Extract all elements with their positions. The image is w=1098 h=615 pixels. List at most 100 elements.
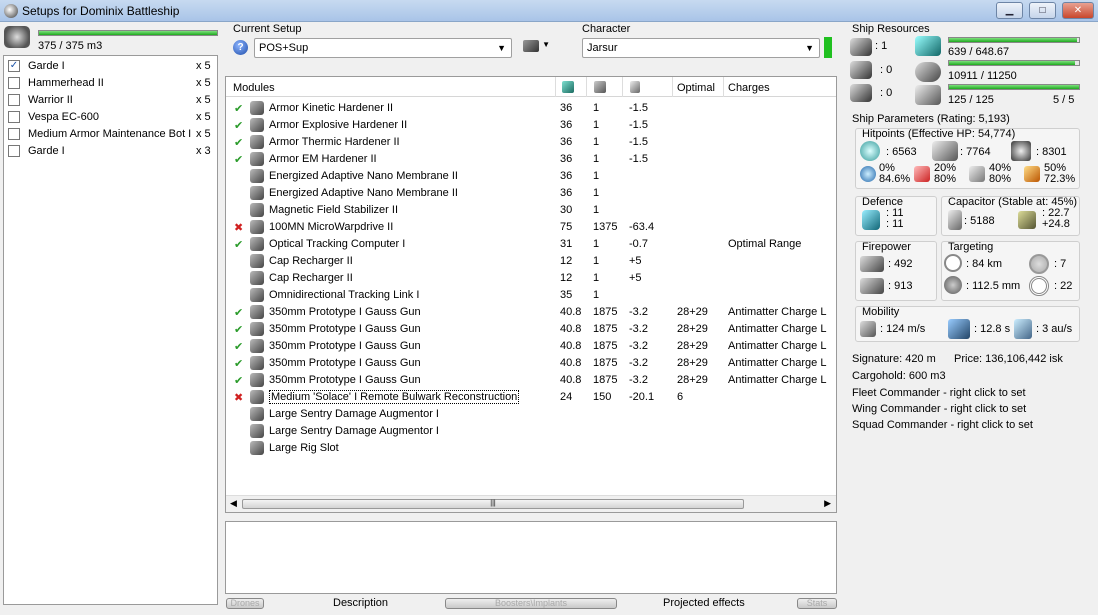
cpu-value: 639 / 648.67: [948, 46, 1010, 58]
module-row[interactable]: ✖ 100MN MicroWarpdrive II 75 1375 -63.4: [226, 219, 836, 236]
module-row[interactable]: Energized Adaptive Nano Membrane II 36 1: [226, 168, 836, 185]
module-capacitor: -3.2: [629, 374, 648, 386]
close-button[interactable]: ✕: [1062, 2, 1094, 19]
drone-item[interactable]: ✓ Garde I x 5: [8, 58, 213, 75]
module-status-icon: ✔: [234, 154, 244, 166]
drone-checkbox[interactable]: [8, 128, 20, 140]
module-row[interactable]: ✔ Armor Thermic Hardener II 36 1 -1.5: [226, 134, 836, 151]
targeting-label: Targeting: [948, 241, 994, 253]
module-charges: Antimatter Charge L: [728, 340, 827, 352]
tab-description[interactable]: Description: [333, 597, 388, 609]
module-capacitor: -1.5: [629, 102, 648, 114]
module-name: 350mm Prototype I Gauss Gun: [269, 306, 421, 318]
module-icon: [250, 220, 264, 234]
module-row[interactable]: Cap Recharger II 12 1 +5: [226, 270, 836, 287]
module-row[interactable]: Large Sentry Damage Augmentor I: [226, 406, 836, 423]
drone-item[interactable]: Vespa EC-600 x 5: [8, 109, 213, 126]
module-row[interactable]: ✔ 350mm Prototype I Gauss Gun 40.8 1875 -3.2…: [226, 355, 836, 372]
launcher-hardpoint-icon: [850, 61, 872, 79]
chevron-down-icon: ▼: [542, 40, 550, 49]
drone-bay-capacity: 375 / 375 m3: [38, 40, 103, 52]
module-status-icon: ✔: [234, 341, 244, 353]
scroll-right-icon[interactable]: ▶: [824, 498, 831, 509]
module-row[interactable]: ✔ Armor Kinetic Hardener II 36 1 -1.5: [226, 100, 836, 117]
module-name: Large Sentry Damage Augmentor I: [269, 408, 439, 420]
module-row[interactable]: Cap Recharger II 12 1 +5: [226, 253, 836, 270]
module-row[interactable]: Large Sentry Damage Augmentor I: [226, 423, 836, 440]
module-name: Medium 'Solace' I Remote Bulwark Reconst…: [269, 390, 520, 404]
module-cpu: 12: [560, 255, 573, 267]
setup-select[interactable]: POS+Sup ▼: [254, 38, 512, 58]
module-icon: [250, 101, 264, 115]
tab-drones[interactable]: Drones: [226, 598, 264, 609]
module-capacitor: -1.5: [629, 119, 648, 131]
powergrid-icon: [915, 62, 941, 82]
module-name: 350mm Prototype I Gauss Gun: [269, 374, 421, 386]
col-charges[interactable]: Charges: [728, 82, 770, 94]
wing-commander[interactable]: Wing Commander - right click to set: [852, 403, 1026, 415]
module-row[interactable]: ✔ 350mm Prototype I Gauss Gun 40.8 1875 -3.2…: [226, 372, 836, 389]
module-powergrid: 1: [593, 204, 600, 216]
explosive-resist-icon: [1024, 166, 1040, 182]
drone-checkbox[interactable]: [8, 94, 20, 106]
setup-menu-button[interactable]: ▼: [523, 40, 557, 56]
module-cpu: 24: [560, 391, 573, 403]
module-row[interactable]: ✖ Medium 'Solace' I Remote Bulwark Recons…: [226, 389, 836, 406]
drone-checkbox[interactable]: [8, 111, 20, 123]
col-modules[interactable]: Modules: [233, 82, 275, 94]
module-optimal: 28+29: [677, 357, 708, 369]
col-optimal[interactable]: Optimal: [677, 82, 715, 94]
module-row[interactable]: ✔ 350mm Prototype I Gauss Gun 40.8 1875 -3.2…: [226, 338, 836, 355]
module-row[interactable]: Energized Adaptive Nano Membrane II 36 1: [226, 185, 836, 202]
character-select[interactable]: Jarsur ▼: [582, 38, 820, 58]
drone-item[interactable]: Garde I x 3: [8, 143, 213, 160]
minimize-button[interactable]: ▁: [996, 2, 1023, 19]
module-name: Magnetic Field Stabilizer II: [269, 204, 398, 216]
module-row[interactable]: ✔ Armor EM Hardener II 36 1 -1.5: [226, 151, 836, 168]
maximize-button[interactable]: □: [1029, 2, 1056, 19]
module-status-icon: ✔: [234, 358, 244, 370]
squad-commander[interactable]: Squad Commander - right click to set: [852, 419, 1033, 431]
calibration-icon: [915, 85, 941, 105]
module-cpu: 36: [560, 153, 573, 165]
hitpoints-group: Hitpoints (Effective HP: 54,774) : 6563 …: [855, 128, 1080, 189]
shield-icon: [860, 141, 880, 161]
fleet-commander[interactable]: Fleet Commander - right click to set: [852, 387, 1026, 399]
powergrid-column-icon[interactable]: [594, 81, 606, 93]
align-time: : 12.8 s: [974, 323, 1011, 335]
drone-bay-icon: [4, 26, 34, 52]
drone-name: Vespa EC-600: [28, 111, 99, 123]
module-status-icon: ✔: [234, 239, 244, 251]
module-row[interactable]: ✔ 350mm Prototype I Gauss Gun 40.8 1875 -3.2…: [226, 304, 836, 321]
tab-boosters-implants[interactable]: Boosters\Implants: [445, 598, 617, 609]
scroll-thumb[interactable]: |||: [242, 499, 744, 509]
module-row[interactable]: Magnetic Field Stabilizer II 30 1: [226, 202, 836, 219]
drone-checkbox[interactable]: ✓: [8, 60, 20, 72]
drone-item[interactable]: Medium Armor Maintenance Bot I x 5: [8, 126, 213, 143]
scroll-left-icon[interactable]: ◀: [230, 498, 237, 509]
drone-checkbox[interactable]: [8, 145, 20, 157]
module-powergrid: 150: [593, 391, 612, 403]
horizontal-scrollbar[interactable]: ◀ ||| ▶: [226, 495, 836, 512]
module-charges: Antimatter Charge L: [728, 323, 827, 335]
module-row[interactable]: ✔ 350mm Prototype I Gauss Gun 40.8 1875 -3.2…: [226, 321, 836, 338]
module-icon: [250, 373, 264, 387]
module-icon: [250, 169, 264, 183]
cpu-column-icon[interactable]: [562, 81, 574, 93]
help-icon[interactable]: ?: [233, 40, 248, 55]
drone-checkbox[interactable]: [8, 77, 20, 89]
module-cpu: 36: [560, 102, 573, 114]
module-icon: [250, 356, 264, 370]
tab-stats[interactable]: Stats: [797, 598, 837, 609]
capacitor-column-icon[interactable]: [630, 81, 640, 93]
module-row[interactable]: ✔ Optical Tracking Computer I 31 1 -0.7 Optim…: [226, 236, 836, 253]
cpu-icon: [915, 36, 941, 56]
drone-item[interactable]: Hammerhead II x 5: [8, 75, 213, 92]
module-capacitor: +5: [629, 272, 642, 284]
armor-hp: : 7764: [960, 146, 991, 158]
tab-projected-effects[interactable]: Projected effects: [663, 597, 745, 609]
module-row[interactable]: Large Rig Slot: [226, 440, 836, 457]
module-row[interactable]: ✔ Armor Explosive Hardener II 36 1 -1.5: [226, 117, 836, 134]
drone-item[interactable]: Warrior II x 5: [8, 92, 213, 109]
module-row[interactable]: Omnidirectional Tracking Link I 35 1: [226, 287, 836, 304]
